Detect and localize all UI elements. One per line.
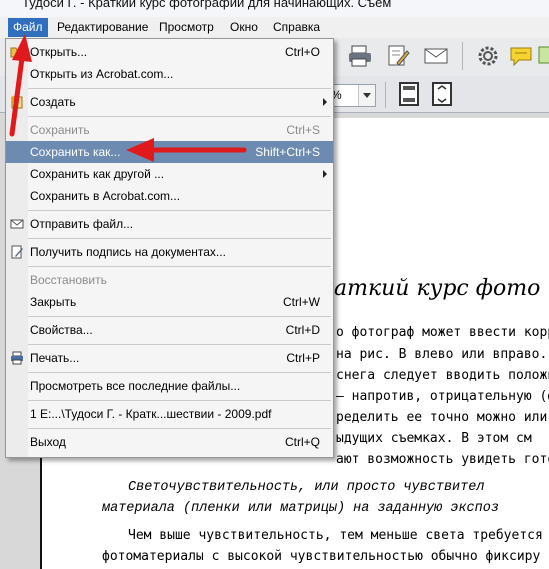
annotation-arrows bbox=[9, 34, 247, 162]
red-arrow-to-file-menu bbox=[9, 34, 32, 137]
red-arrow-to-save-as bbox=[126, 138, 247, 162]
